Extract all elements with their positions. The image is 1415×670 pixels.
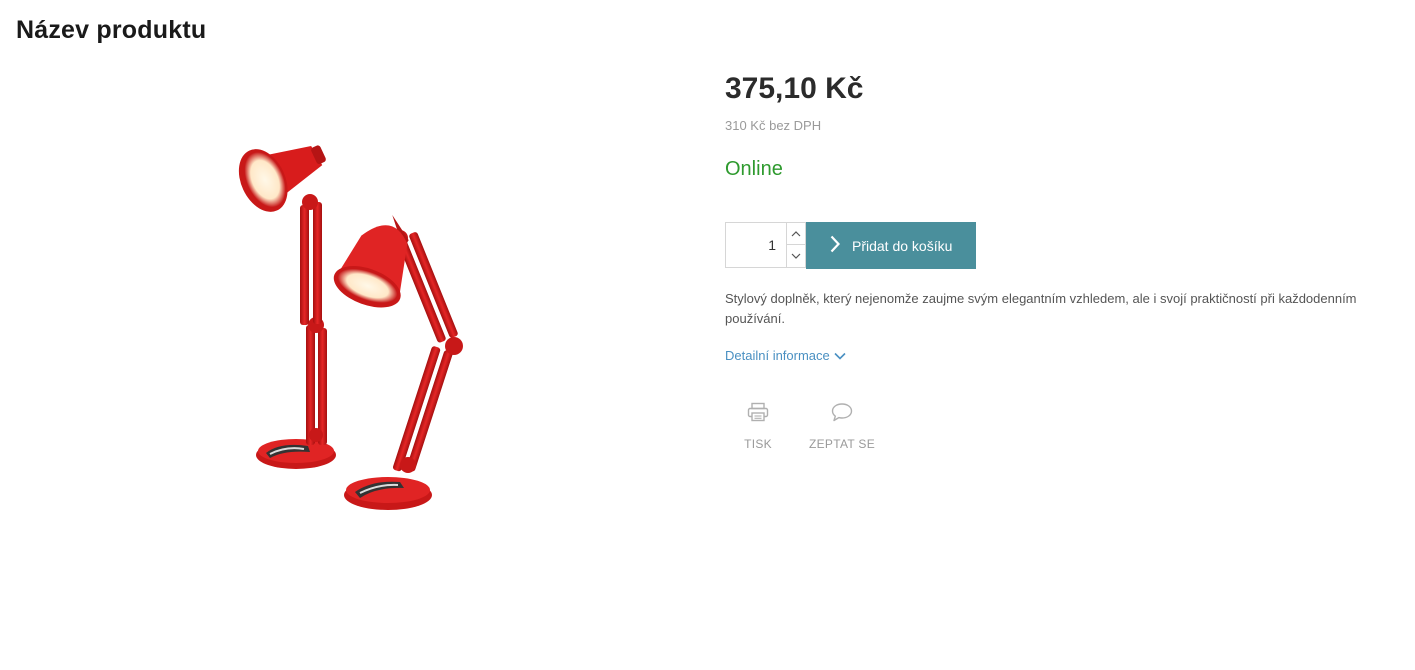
price-without-vat: 310 Kč bez DPH bbox=[725, 118, 822, 133]
decrease-quantity-button[interactable] bbox=[787, 245, 805, 268]
chevron-down-icon bbox=[791, 253, 801, 259]
chevron-down-icon bbox=[834, 348, 846, 363]
availability-status: Online bbox=[725, 158, 783, 180]
add-to-cart-button[interactable]: Přidat do košíku bbox=[806, 222, 976, 269]
chevron-up-icon bbox=[791, 230, 801, 236]
product-image[interactable] bbox=[200, 120, 520, 520]
ask-question-label: ZEPTAT SE bbox=[808, 437, 876, 451]
product-short-description: Stylový doplněk, který nejenomže zaujme … bbox=[725, 291, 1357, 326]
print-label: TISK bbox=[744, 437, 772, 451]
product-price: 375,10 Kč bbox=[725, 72, 864, 105]
increase-quantity-button[interactable] bbox=[787, 222, 805, 245]
speech-bubble-icon bbox=[808, 402, 876, 427]
print-action[interactable]: TISK bbox=[742, 402, 774, 451]
printer-icon bbox=[742, 402, 774, 427]
quantity-stepper bbox=[725, 222, 806, 268]
product-page: Název produktu 375,10 Kč 310 Kč bez DPH … bbox=[0, 0, 1415, 670]
add-to-cart-label: Přidat do košíku bbox=[852, 237, 953, 254]
red-lamps-illustration bbox=[238, 145, 463, 510]
detail-info-label: Detailní informace bbox=[725, 348, 830, 363]
product-title: Název produktu bbox=[16, 16, 207, 44]
chevron-right-icon bbox=[830, 235, 841, 256]
detail-info-link[interactable]: Detailní informace bbox=[725, 348, 846, 363]
quantity-input[interactable] bbox=[726, 223, 786, 267]
quantity-stepper-controls bbox=[786, 222, 806, 268]
ask-question-action[interactable]: ZEPTAT SE bbox=[808, 402, 876, 451]
